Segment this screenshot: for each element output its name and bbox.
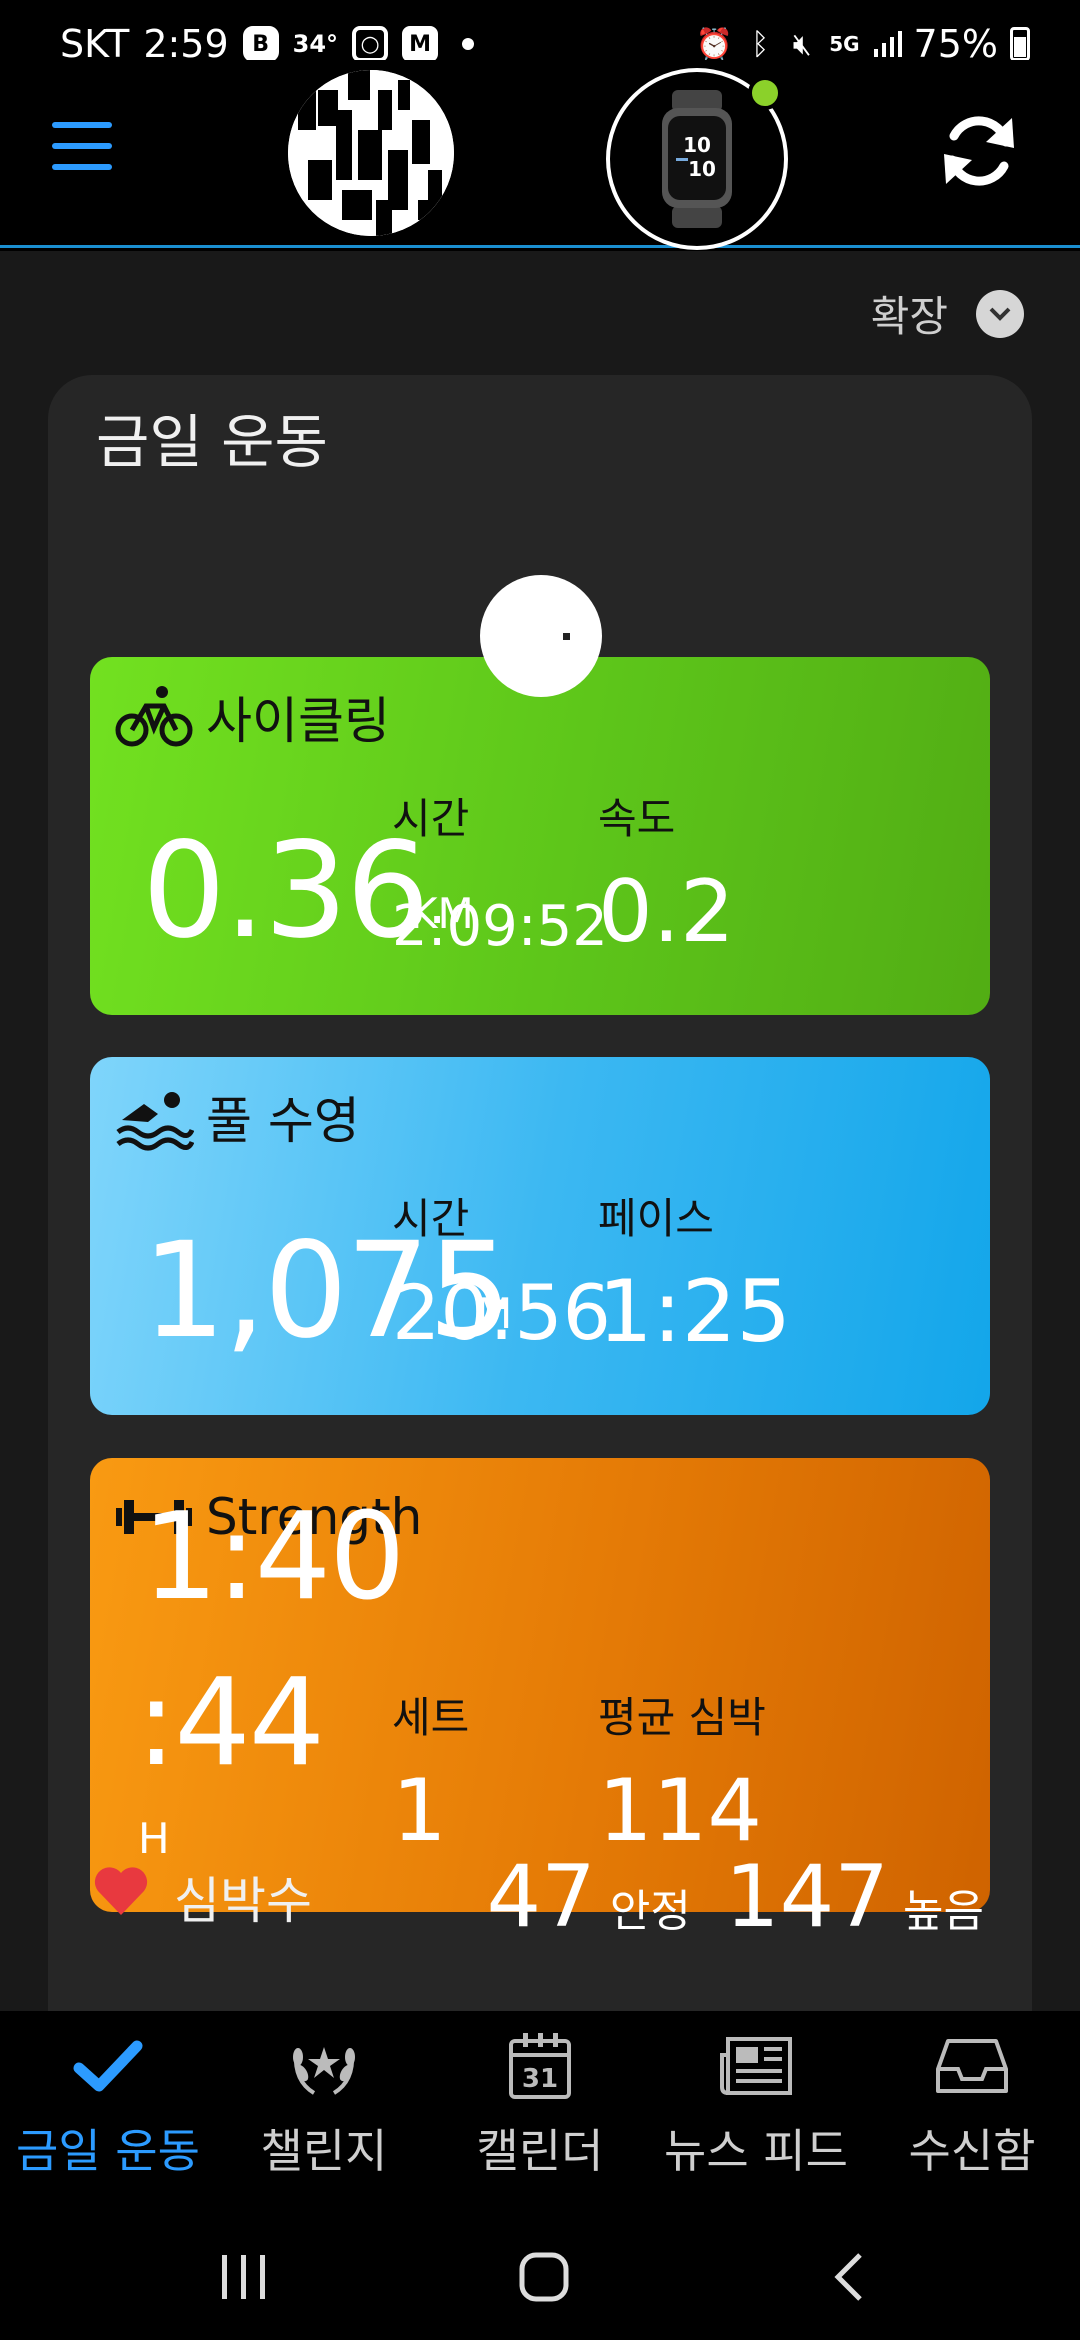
svg-text:10: 10: [688, 157, 716, 181]
swimmer-icon: [114, 1082, 194, 1152]
tab-challenges[interactable]: 챌린지: [216, 2011, 432, 2207]
bicycle-icon: [114, 682, 194, 752]
system-navigation-bar: [0, 2207, 1080, 2340]
home-icon[interactable]: [514, 2247, 574, 2307]
metric-label: 평균 심박: [598, 1693, 766, 1742]
avatar[interactable]: [288, 70, 454, 236]
heart-rate-label: 심박수: [174, 1872, 312, 1930]
time-value: 2:09:52: [392, 894, 608, 959]
tab-inbox[interactable]: 수신함: [864, 2011, 1080, 2207]
metric-label: 시간: [392, 794, 470, 843]
back-icon[interactable]: [820, 2247, 880, 2307]
app-header: 10 10: [0, 60, 1080, 250]
pace-value: 1:25: [598, 1262, 792, 1362]
heart-rate-label-group: 심박수: [92, 1861, 312, 1933]
b-app-icon: B: [242, 26, 279, 62]
tab-label: 챌린지: [260, 2124, 388, 2178]
bottom-tab-bar: 금일 운동 챌린지 31 캘린더 뉴스 피드 수신함: [0, 2011, 1080, 2207]
high-hr-label: 높음: [903, 1886, 984, 1937]
notification-dot-icon: [462, 38, 475, 50]
avatar-pattern-icon: [288, 70, 454, 236]
card-header: 풀 수영: [114, 1081, 360, 1153]
metric-label: 세트: [392, 1693, 470, 1742]
tab-label: 뉴스 피드: [664, 2124, 848, 2178]
card-header: 사이클링: [114, 681, 390, 753]
battery-icon: [1010, 27, 1030, 61]
device-connected-indicator: [748, 76, 782, 110]
instagram-icon: ○: [352, 26, 389, 62]
main-content[interactable]: 확장 금일 운동 사이클링 0.36 KM 시간 2:09:52 속도 0.2 …: [0, 251, 1080, 2075]
high-hr-value: 147: [724, 1847, 890, 1947]
panel-title: 금일 운동: [96, 408, 328, 476]
calendar-day: 31: [522, 2064, 558, 2094]
sync-icon[interactable]: [936, 108, 1022, 194]
temperature: 34°: [292, 30, 339, 58]
distance-value: 0.36: [142, 814, 430, 968]
heart-rate-row[interactable]: 심박수 47 안정 147 높음: [48, 1831, 1032, 1951]
inbox-icon: [927, 2031, 1017, 2101]
duration-value-line2: :44: [136, 1654, 325, 1793]
tab-today-workouts[interactable]: 금일 운동: [0, 2011, 216, 2207]
resting-hr-label: 안정: [609, 1886, 691, 1937]
hamburger-menu-icon[interactable]: [52, 122, 112, 170]
heart-rate-values: 47 안정 147 높음: [486, 1847, 984, 1947]
metric-label: 속도: [598, 794, 676, 843]
expand-toggle[interactable]: 확장: [871, 283, 1024, 344]
network-type: 5G: [829, 32, 860, 56]
svg-text:10: 10: [683, 133, 711, 157]
recent-apps-icon[interactable]: [214, 2247, 274, 2307]
checkmark-icon: [63, 2031, 153, 2101]
laurel-icon: [279, 2031, 369, 2101]
bluetooth-icon: ᛒ: [751, 26, 770, 62]
expand-label: 확장: [870, 292, 948, 341]
tab-news-feed[interactable]: 뉴스 피드: [648, 2011, 864, 2207]
alarm-icon: ⏰: [695, 26, 734, 62]
tab-calendar[interactable]: 31 캘린더: [432, 2011, 648, 2207]
cycling-card[interactable]: 사이클링 0.36 KM 시간 2:09:52 속도 0.2: [90, 657, 990, 1015]
signal-icon: [872, 29, 902, 59]
calendar-icon: 31: [495, 2031, 585, 2101]
mute-icon: 🔇︎: [792, 26, 812, 62]
pool-swim-card[interactable]: 풀 수영 1,075 M 시간 20:56 페이스 1:25: [90, 1057, 990, 1415]
metric-label: 페이스: [598, 1194, 714, 1243]
time-value: 20:56: [392, 1268, 612, 1357]
duration-value-line1: 1:40: [142, 1488, 405, 1627]
tab-label: 금일 운동: [16, 2124, 200, 2178]
activity-name: 사이클링: [206, 692, 390, 750]
tab-label: 캘린더: [476, 2124, 604, 2178]
activity-name: 풀 수영: [206, 1092, 360, 1150]
heart-icon: [92, 1865, 150, 1929]
newspaper-icon: [711, 2031, 801, 2101]
resting-hr-value: 47: [486, 1847, 596, 1947]
speed-value: 0.2: [598, 862, 735, 962]
tab-label: 수신함: [908, 2124, 1036, 2178]
m-app-icon: M: [402, 26, 439, 62]
chevron-down-icon: [976, 289, 1024, 338]
metric-label: 시간: [392, 1194, 470, 1243]
floating-dot-button[interactable]: [480, 575, 602, 697]
